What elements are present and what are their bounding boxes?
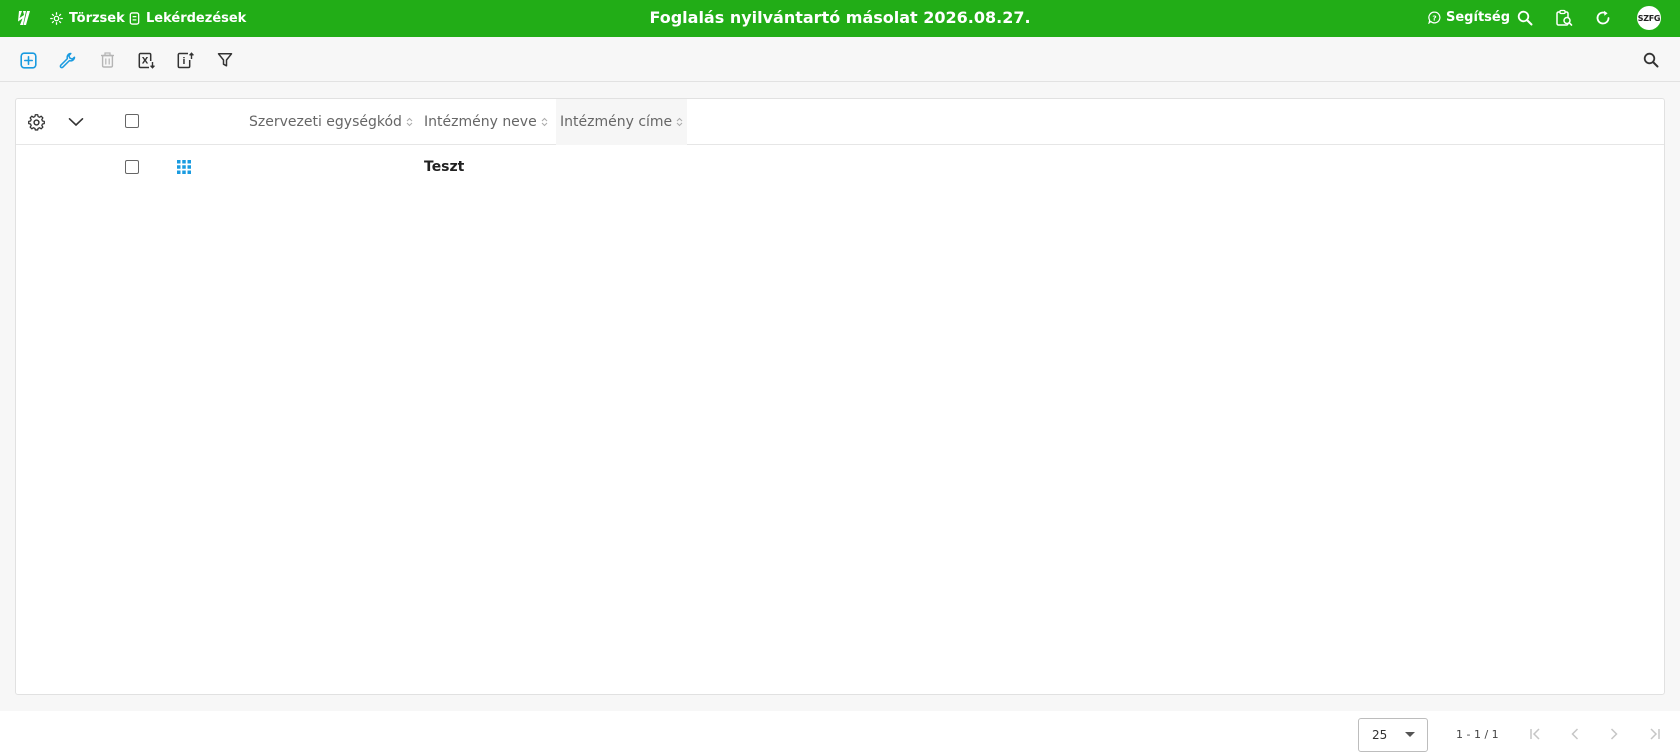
last-page-button[interactable] xyxy=(1643,723,1665,745)
chevron-right-icon xyxy=(1610,728,1618,740)
caret-down-icon xyxy=(1405,732,1415,737)
expand-all-button[interactable] xyxy=(65,111,87,133)
clipboard-search-button[interactable] xyxy=(1553,7,1575,29)
column-header-intezmeny-cime[interactable]: Intézmény címe xyxy=(556,99,688,145)
column-header-label: Szervezeti egységkód xyxy=(249,114,402,130)
column-header-szervezeti-egysegkod[interactable]: Szervezeti egységkód xyxy=(249,99,413,145)
last-page-icon xyxy=(1650,728,1660,740)
add-button[interactable] xyxy=(15,47,41,73)
refresh-button[interactable] xyxy=(1592,7,1614,29)
add-icon xyxy=(19,51,37,69)
sort-icon xyxy=(406,117,413,127)
filter-icon xyxy=(217,53,233,67)
table-row[interactable]: Teszt xyxy=(16,145,1664,189)
data-grid: Szervezeti egységkód Intézmény neve Inté… xyxy=(15,98,1665,695)
grid-header: Szervezeti egységkód Intézmény neve Inté… xyxy=(16,99,1664,145)
row-actions-grid-icon[interactable] xyxy=(176,159,192,175)
delete-button[interactable] xyxy=(94,47,120,73)
cell-intezmeny-neve: Teszt xyxy=(424,159,465,175)
column-header-label: Intézmény neve xyxy=(424,114,537,130)
row-select-checkbox[interactable] xyxy=(125,160,139,174)
nav-lekerdezesek-label: Lekérdezések xyxy=(146,11,247,26)
first-page-icon xyxy=(1530,728,1540,740)
select-all-checkbox[interactable] xyxy=(125,114,139,128)
svg-text:X: X xyxy=(141,56,148,66)
gear-icon xyxy=(27,113,45,131)
pagination-range: 1 - 1 / 1 xyxy=(1456,728,1499,741)
info-export-button[interactable]: i xyxy=(172,47,198,73)
search-icon xyxy=(1643,52,1659,68)
page-size-select[interactable]: 25 xyxy=(1358,718,1428,752)
grid-settings-button[interactable] xyxy=(25,111,47,133)
document-icon xyxy=(129,12,140,25)
app-header: Törzsek Lekérdezések Foglalás nyilvántar… xyxy=(0,0,1680,37)
edit-button[interactable] xyxy=(54,47,80,73)
toolbar: X i xyxy=(0,37,1680,82)
help-label: Segítség xyxy=(1446,10,1511,25)
app-logo-icon[interactable] xyxy=(14,8,34,28)
trash-icon xyxy=(100,52,114,68)
sort-icon xyxy=(676,117,683,127)
chevron-down-icon xyxy=(68,118,84,127)
nav-lekerdezesek[interactable]: Lekérdezések xyxy=(129,0,246,37)
column-header-label: Intézmény címe xyxy=(560,114,673,130)
nav-torzsek[interactable]: Törzsek xyxy=(50,0,125,37)
global-search-button[interactable] xyxy=(1514,7,1536,29)
chevron-left-icon xyxy=(1571,728,1579,740)
help-bubble-icon: ? xyxy=(1428,11,1441,24)
pagination-bar: 25 1 - 1 / 1 xyxy=(0,711,1680,755)
column-header-intezmeny-neve[interactable]: Intézmény neve xyxy=(424,99,548,145)
help-link[interactable]: ? Segítség xyxy=(1428,0,1510,35)
first-page-button[interactable] xyxy=(1525,723,1547,745)
excel-export-icon: X xyxy=(138,52,155,69)
toolbar-search-button[interactable] xyxy=(1638,47,1664,73)
wrench-icon xyxy=(59,52,75,68)
user-avatar[interactable]: SZFG xyxy=(1637,6,1661,30)
sun-icon xyxy=(50,12,63,25)
svg-text:?: ? xyxy=(1432,13,1436,22)
excel-export-button[interactable]: X xyxy=(133,47,159,73)
svg-text:i: i xyxy=(182,57,185,67)
nav-torzsek-label: Törzsek xyxy=(69,11,125,26)
info-export-icon: i xyxy=(177,51,194,68)
sort-icon xyxy=(541,117,548,127)
prev-page-button[interactable] xyxy=(1564,723,1586,745)
search-icon xyxy=(1517,10,1533,26)
filter-button[interactable] xyxy=(212,47,238,73)
page-size-value: 25 xyxy=(1372,728,1388,742)
clipboard-search-icon xyxy=(1556,9,1573,26)
refresh-icon xyxy=(1596,10,1610,25)
next-page-button[interactable] xyxy=(1603,723,1625,745)
